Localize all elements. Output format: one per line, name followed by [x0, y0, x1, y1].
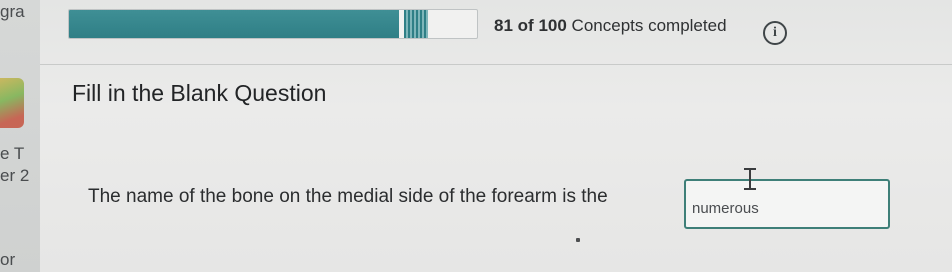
left-fragment-text: e T — [0, 144, 25, 163]
progress-bar-marker — [403, 10, 428, 38]
question-prompt: The name of the bone on the medial side … — [88, 186, 608, 207]
info-icon[interactable]: i — [763, 21, 787, 45]
mouse-pointer-icon — [576, 238, 580, 242]
progress-status: 81 of 100 Concepts completed — [494, 16, 727, 36]
left-thumbnail-image — [0, 78, 24, 128]
left-fragment-text: or — [0, 250, 16, 269]
question-title: Fill in the Blank Question — [72, 80, 327, 106]
progress-of-label: of — [517, 16, 534, 35]
left-fragment-text: gra — [0, 2, 25, 21]
left-fragment-text: er 2 — [0, 166, 30, 185]
progress-bar — [68, 9, 478, 39]
left-panel-fragment: gra e T er 2 or — [0, 0, 40, 272]
progress-total-count: 100 — [538, 16, 567, 35]
page: gra e T er 2 or 81 of 100 Concepts compl… — [0, 0, 952, 272]
progress-label: Concepts completed — [571, 16, 727, 35]
text-cursor-icon — [744, 168, 756, 190]
answer-input[interactable] — [684, 179, 890, 229]
progress-completed-count: 81 — [494, 16, 513, 35]
progress-bar-fill — [69, 10, 400, 38]
